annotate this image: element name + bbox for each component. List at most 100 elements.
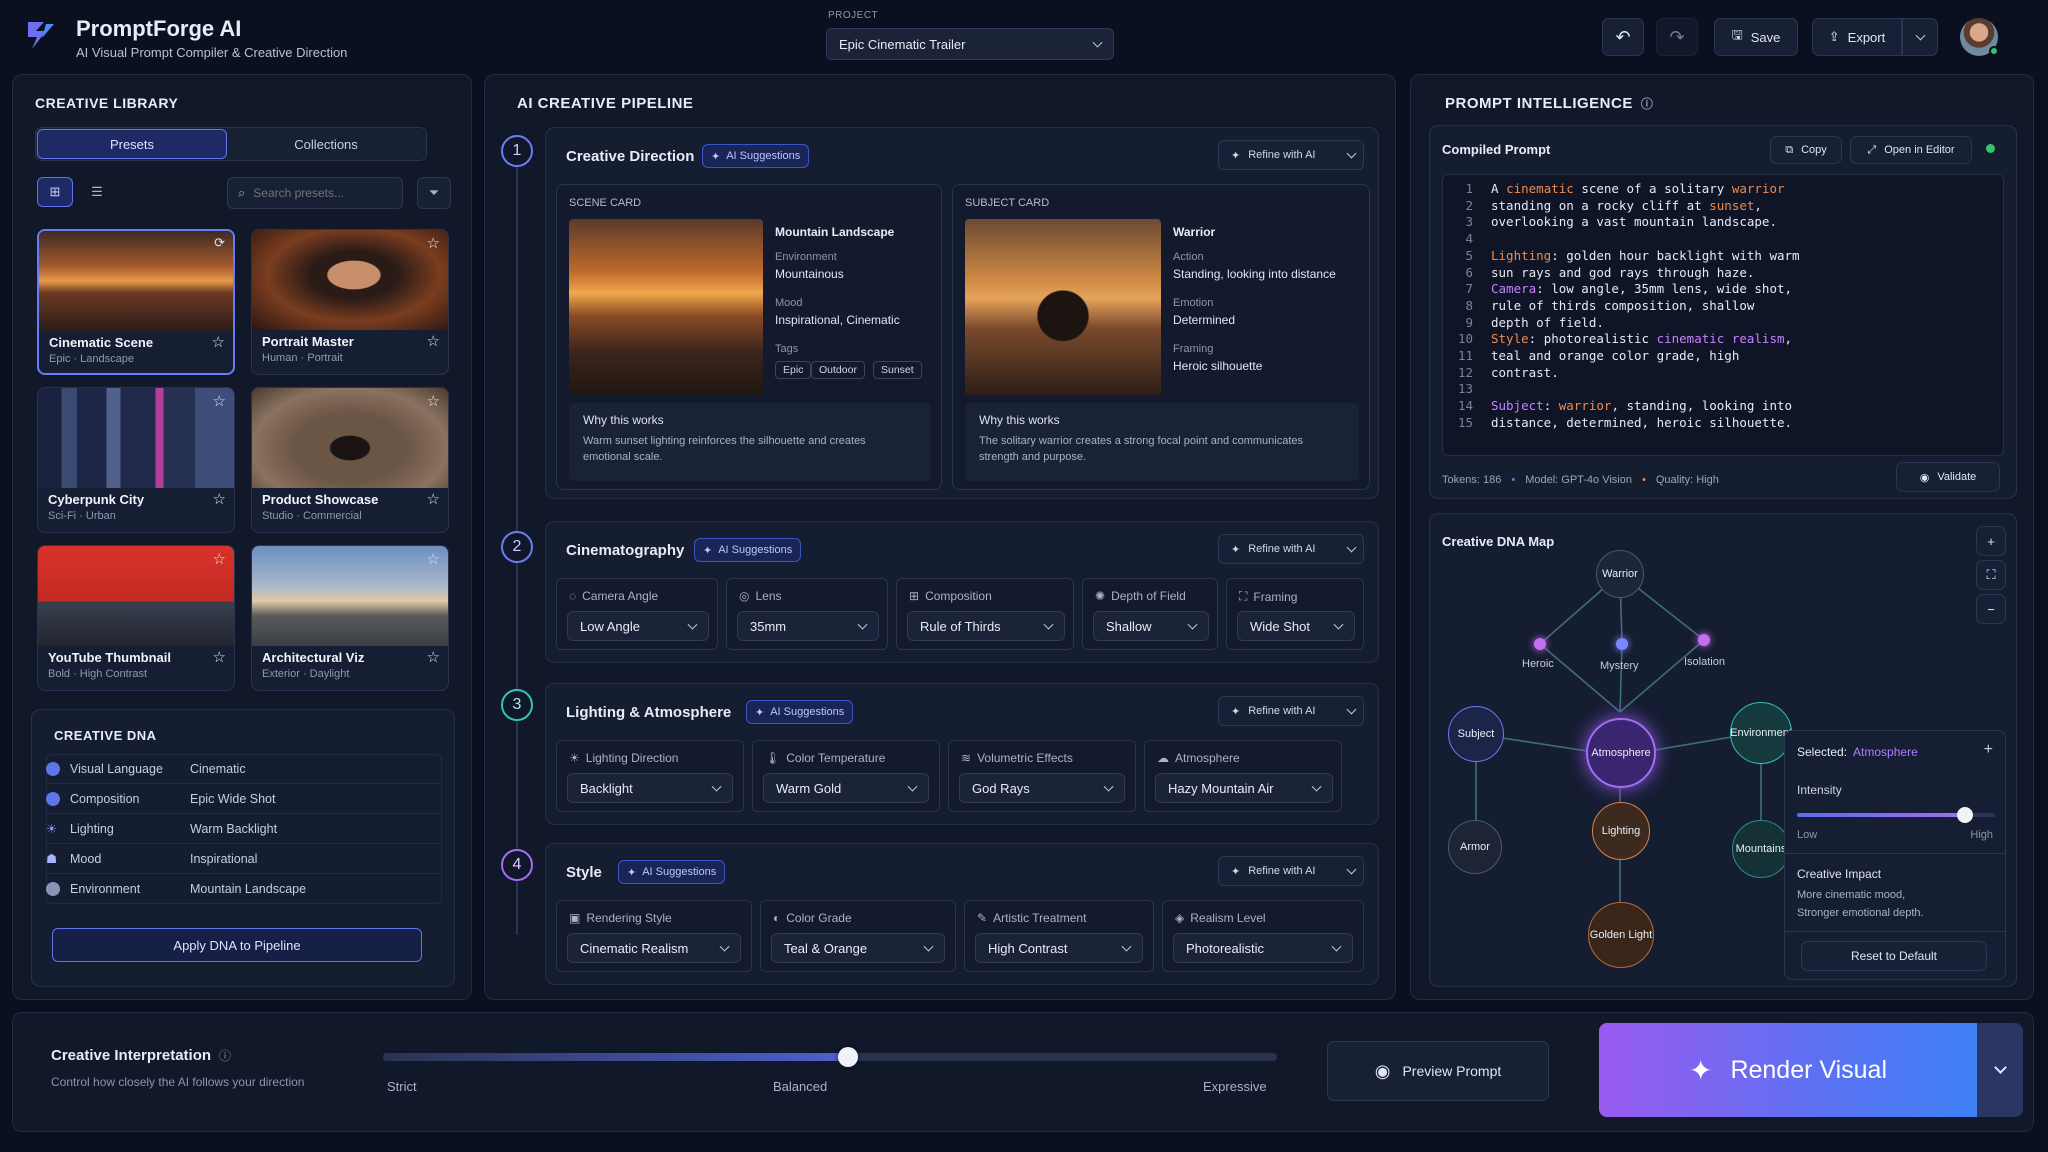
preset-card-portrait-master[interactable]: Portrait Master Human · Portrait ☆ ☆ (251, 229, 449, 375)
list-icon: ☰ (91, 184, 103, 199)
tag[interactable]: Sunset (873, 361, 922, 379)
star-icon[interactable]: ☆ (427, 550, 440, 568)
code-editor[interactable]: 1 2 3 4 5 6 7 8 9 10 11 12 13 14 15 A ci… (1442, 174, 2004, 456)
copy-button[interactable]: ⧉ Copy (1770, 136, 1842, 164)
zoom-out-button[interactable]: − (1976, 594, 2006, 624)
node-subject[interactable]: Subject (1448, 706, 1504, 762)
star-icon[interactable]: ☆ (213, 392, 226, 410)
tag[interactable]: Outdoor (811, 361, 865, 379)
step-number-3: 3 (501, 689, 533, 721)
redo-button[interactable]: ↷ (1656, 18, 1698, 56)
artistic-treatment-select[interactable]: High Contrast (975, 933, 1143, 963)
save-button[interactable]: 🖫 Save (1714, 18, 1798, 56)
star-icon[interactable]: ☆ (213, 550, 226, 568)
info-icon[interactable]: ⓘ (219, 1047, 231, 1064)
grid-view-button[interactable]: ⊞ (37, 177, 73, 207)
dna-row: ☀ Lighting Warm Backlight (46, 814, 440, 844)
undo-button[interactable]: ↶ (1602, 18, 1644, 56)
star-icon[interactable]: ☆ (212, 333, 225, 351)
chevron-down-icon (907, 781, 918, 792)
search-box[interactable]: ⌕ (227, 177, 403, 209)
preset-card-cinematic-scene[interactable]: Cinematic Scene Epic · Landscape ⟳ ☆ (37, 229, 235, 375)
star-icon[interactable]: ☆ (427, 648, 440, 666)
refine-label: Refine with AI (1248, 865, 1316, 877)
scene-field-value: Inspirational, Cinematic (775, 313, 900, 327)
node-environment[interactable]: Environment (1730, 702, 1792, 764)
preset-card-product-showcase[interactable]: Product Showcase Studio · Commercial ☆ ☆ (251, 387, 449, 533)
refine-with-ai-button[interactable]: ✦ Refine with AI (1218, 696, 1364, 726)
selected-add-icon[interactable]: + (1984, 741, 1993, 759)
scene-card: SCENE CARD Mountain Landscape Environmen… (556, 184, 942, 490)
node-armor[interactable]: Armor (1448, 820, 1502, 874)
render-visual-button[interactable]: ✦ Render Visual (1599, 1023, 1977, 1117)
apply-dna-button[interactable]: Apply DNA to Pipeline (52, 928, 422, 962)
camera-angle-select[interactable]: Low Angle (567, 611, 709, 641)
node-golden-light[interactable]: Golden Light (1588, 902, 1654, 968)
star-icon[interactable]: ☆ (427, 234, 440, 252)
preset-card-architectural-viz[interactable]: Architectural Viz Exterior · Daylight ☆ … (251, 545, 449, 691)
realism-level-select[interactable]: Photorealistic (1173, 933, 1353, 963)
refresh-icon[interactable]: ⟳ (214, 235, 225, 251)
filter-button[interactable]: ⏷ (417, 177, 451, 209)
validate-button[interactable]: ◉ Validate (1896, 462, 2000, 492)
tab-presets[interactable]: Presets (37, 129, 227, 159)
intel-title: PROMPT INTELLIGENCE ⓘ (1445, 95, 1653, 112)
refine-with-ai-button[interactable]: ✦ Refine with AI (1218, 140, 1364, 170)
copy-label: Copy (1801, 144, 1827, 156)
intensity-thumb[interactable] (1957, 807, 1974, 823)
export-menu-button[interactable] (1902, 18, 1938, 56)
preset-image (38, 546, 234, 646)
node-atmosphere[interactable]: Atmosphere (1586, 718, 1656, 788)
list-view-button[interactable]: ☰ (79, 177, 115, 207)
search-input[interactable] (253, 186, 384, 200)
composition-select[interactable]: Rule of Thirds (907, 611, 1065, 641)
star-icon[interactable]: ☆ (427, 332, 440, 350)
project-select[interactable]: Epic Cinematic Trailer (826, 28, 1114, 60)
volumetric-effects-select[interactable]: God Rays (959, 773, 1125, 803)
preset-card-cyberpunk-city[interactable]: Cyberpunk City Sci-Fi · Urban ☆ ☆ (37, 387, 235, 533)
chevron-down-icon (711, 781, 722, 792)
depth-of-field-select[interactable]: Shallow (1093, 611, 1209, 641)
render-options-button[interactable] (1977, 1023, 2023, 1117)
rendering-style-select[interactable]: Cinematic Realism (567, 933, 741, 963)
fit-view-button[interactable]: ⛶ (1976, 560, 2006, 590)
lighting-direction-select[interactable]: Backlight (567, 773, 733, 803)
selected-heading: Selected: Atmosphere (1797, 745, 1918, 759)
preset-card-youtube-thumbnail[interactable]: YouTube Thumbnail Bold · High Contrast ☆… (37, 545, 235, 691)
node-warrior[interactable]: Warrior (1596, 550, 1644, 598)
ai-suggestions-chip[interactable]: ✦ AI Suggestions (746, 700, 854, 724)
compiled-prompt-box: Compiled Prompt ⧉ Copy ⤢ Open in Editor 1 … (1429, 125, 2017, 499)
chevron-down-icon (1346, 704, 1357, 715)
tab-collections-label: Collections (294, 136, 358, 152)
scene-field-value: Mountainous (775, 267, 844, 281)
star-icon[interactable]: ☆ (427, 392, 440, 410)
tab-collections[interactable]: Collections (227, 129, 425, 159)
interpretation-thumb[interactable] (837, 1047, 858, 1067)
color-grade-select[interactable]: Teal & Orange (771, 933, 945, 963)
framing-select[interactable]: Wide Shot (1237, 611, 1355, 641)
star-icon[interactable]: ☆ (213, 648, 226, 666)
node-mountains[interactable]: Mountains (1732, 820, 1790, 878)
globe-icon (46, 882, 60, 896)
refine-with-ai-button[interactable]: ✦ Refine with AI (1218, 534, 1364, 564)
info-icon[interactable]: ⓘ (1641, 95, 1654, 112)
node-lighting[interactable]: Lighting (1592, 802, 1650, 860)
export-button[interactable]: ⇪ Export (1812, 18, 1902, 56)
star-icon[interactable]: ☆ (427, 490, 440, 508)
star-icon[interactable]: ☆ (213, 490, 226, 508)
lens-select[interactable]: 35mm (737, 611, 879, 641)
zoom-in-button[interactable]: + (1976, 526, 2006, 556)
ai-suggestions-chip[interactable]: ✦ AI Suggestions (702, 144, 810, 168)
open-in-editor-button[interactable]: ⤢ Open in Editor (1850, 136, 1972, 164)
eye-icon: ◉ (1919, 471, 1930, 484)
select-value: Warm Gold (776, 780, 842, 796)
color-temperature-select[interactable]: Warm Gold (763, 773, 929, 803)
ai-suggestions-chip[interactable]: ✦ AI Suggestions (694, 538, 802, 562)
preview-prompt-button[interactable]: ◉ Preview Prompt (1327, 1041, 1549, 1101)
atmosphere-select[interactable]: Hazy Mountain Air (1155, 773, 1333, 803)
ai-suggestions-chip[interactable]: ✦ AI Suggestions (618, 860, 726, 884)
refine-with-ai-button[interactable]: ✦ Refine with AI (1218, 856, 1364, 886)
tag[interactable]: Epic (775, 361, 812, 379)
reset-to-default-button[interactable]: Reset to Default (1801, 941, 1987, 971)
subject-field-value: Determined (1173, 313, 1236, 327)
